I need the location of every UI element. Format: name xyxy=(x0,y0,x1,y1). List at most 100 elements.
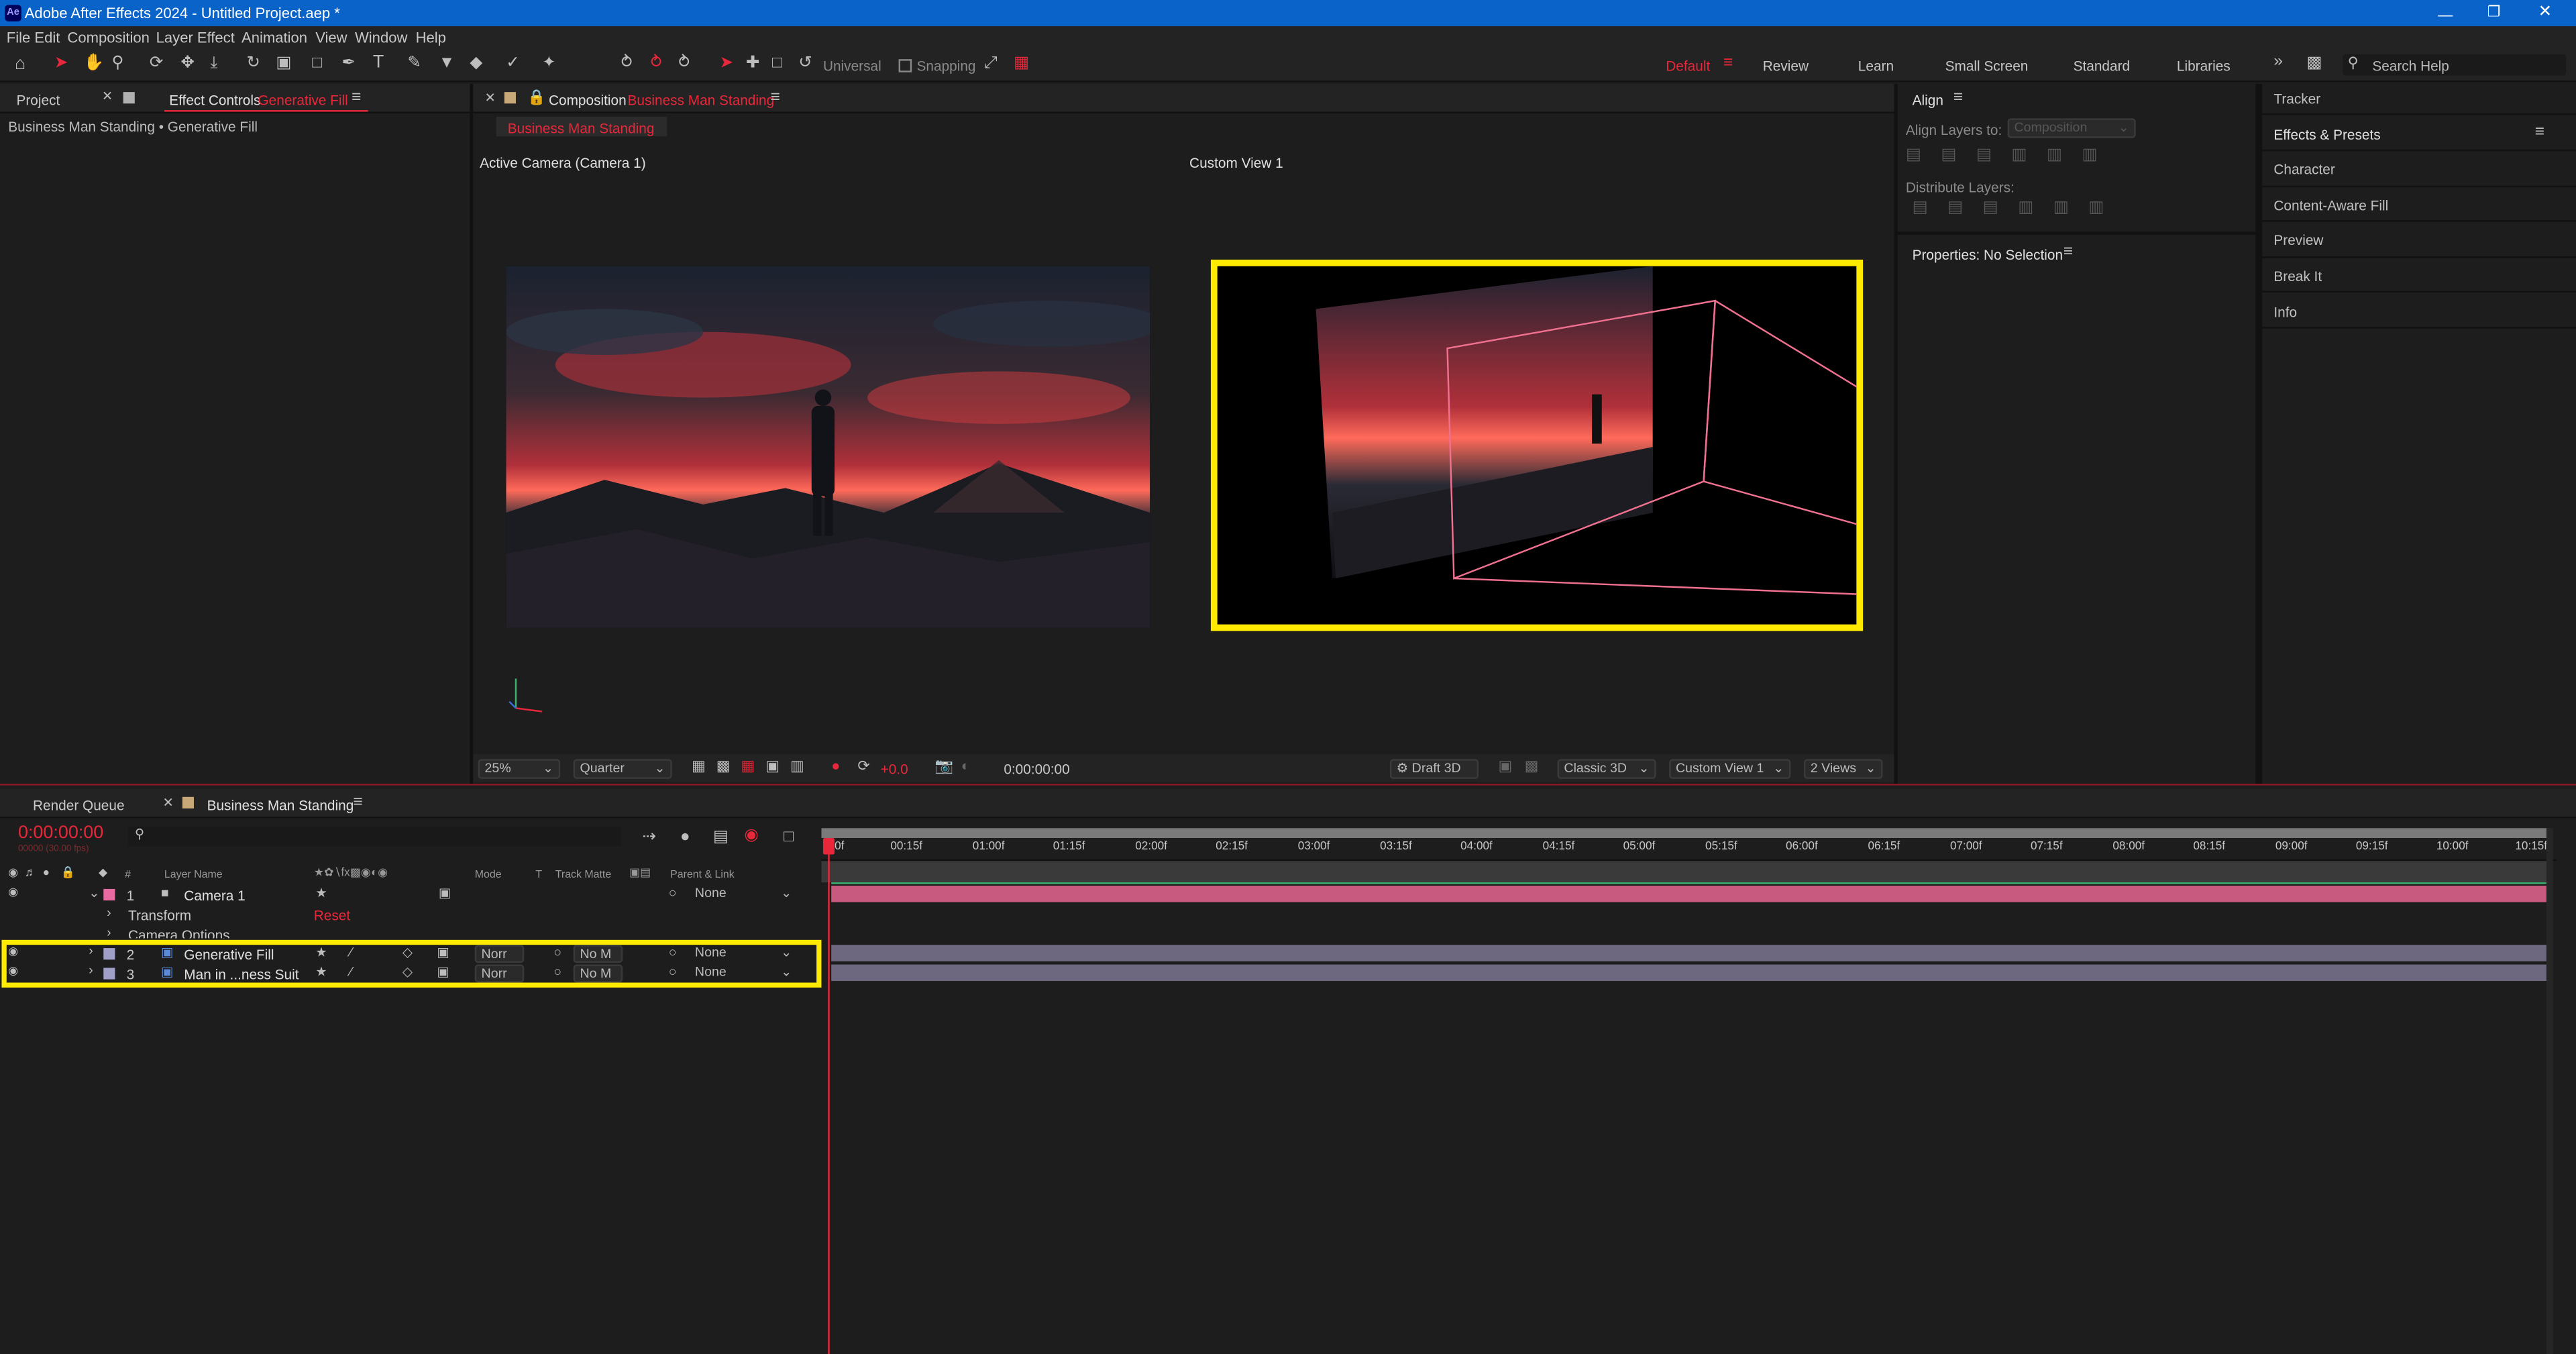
rotate-gizmo-icon[interactable]: ↺ xyxy=(798,55,812,72)
world-axis-icon[interactable]: ⥁ xyxy=(651,55,662,72)
3d-layer-switch-icon[interactable]: ◇ xyxy=(402,966,413,980)
reset-exposure-icon[interactable]: ⟳ xyxy=(857,758,869,774)
minimize-icon[interactable]: — xyxy=(2438,7,2453,23)
tracker-panel-tab[interactable]: Tracker xyxy=(2273,91,2320,107)
frame-blending-icon[interactable]: ▤ xyxy=(713,829,729,846)
close-timeline-icon[interactable]: ✕ xyxy=(162,796,173,811)
effects-presets-panel-tab[interactable]: Effects & Presets xyxy=(2273,127,2380,143)
universal-selection-icon[interactable]: ➤ xyxy=(720,55,734,72)
layer-name-header[interactable]: Layer Name xyxy=(164,870,223,881)
expand-camera-options-icon[interactable]: › xyxy=(107,926,111,938)
pan-camera-icon[interactable]: ✥ xyxy=(180,55,195,72)
track-matte-dropdown[interactable]: No M xyxy=(573,964,623,983)
magnification-dropdown[interactable]: 25% ⌄ xyxy=(478,759,561,779)
rotation-tool-icon[interactable]: ↻ xyxy=(246,55,260,72)
workspace-default[interactable]: Default xyxy=(1666,58,1710,74)
menu-layer[interactable]: Layer xyxy=(156,30,193,46)
current-time-handle[interactable] xyxy=(822,837,835,855)
man-in-suit-layer-bar[interactable] xyxy=(831,964,2546,982)
blend-mode-dropdown[interactable]: Norr xyxy=(474,964,525,983)
track-matte-pickwhip-icon[interactable]: ○ xyxy=(553,966,561,980)
resolution-dropdown[interactable]: Quarter ⌄ xyxy=(573,759,672,779)
camera-view-dropdown[interactable]: Custom View 1 ⌄ xyxy=(1669,759,1791,779)
color-channels-icon[interactable]: ● xyxy=(831,758,840,774)
visibility-eye-icon[interactable]: ◉ xyxy=(8,947,18,958)
restore-icon[interactable]: ❐ xyxy=(2487,3,2501,21)
close-icon[interactable]: ✕ xyxy=(2538,3,2553,21)
roto-brush-tool-icon[interactable]: ✓ xyxy=(506,55,520,72)
exposure-value[interactable]: +0.0 xyxy=(881,761,908,777)
zoom-tool-icon[interactable]: ⚲ xyxy=(112,55,124,72)
transform-row[interactable]: › Transform Reset xyxy=(0,905,818,924)
menu-help[interactable]: Help xyxy=(416,30,446,46)
break-it-panel-tab[interactable]: Break It xyxy=(2273,268,2322,284)
menu-animation[interactable]: Animation xyxy=(241,30,307,46)
parent-dropdown[interactable]: None ⌄ xyxy=(690,945,796,963)
work-area-bar[interactable] xyxy=(821,828,2550,838)
viewer-timecode[interactable]: 0:00:00:00 xyxy=(1004,761,1069,777)
camera-options-row[interactable]: › Camera Options xyxy=(0,925,818,938)
shy-switch-icon[interactable]: ★ xyxy=(315,886,327,900)
close-composition-icon[interactable]: ✕ xyxy=(484,91,495,105)
search-help-box[interactable]: ⚲ Search Help xyxy=(2343,54,2567,76)
menu-effect[interactable]: Effect xyxy=(197,30,235,46)
pen-tool-icon[interactable]: ✒ xyxy=(341,55,356,72)
workspace-review[interactable]: Review xyxy=(1763,58,1809,74)
mask-visibility-icon[interactable]: ▣ xyxy=(765,758,780,774)
workspace-menu-icon[interactable]: ≡ xyxy=(1723,55,1733,72)
local-axis-icon[interactable]: ⥁ xyxy=(621,55,633,72)
brush-tool-icon[interactable]: ✎ xyxy=(407,55,421,72)
parent-dropdown[interactable]: None ⌄ xyxy=(690,886,796,904)
parent-dropdown[interactable]: None ⌄ xyxy=(690,965,796,983)
layer-name[interactable]: Man in ...ness Suit xyxy=(184,966,299,982)
tab-effect-controls[interactable]: Effect Controls xyxy=(169,92,260,108)
fast-preview-icon[interactable]: ▥ xyxy=(790,758,804,774)
dolly-camera-icon[interactable]: ⤓ xyxy=(210,55,217,72)
3d-view-layout-dropdown[interactable]: Classic 3D ⌄ xyxy=(1557,759,1656,779)
clone-stamp-tool-icon[interactable]: ▼ xyxy=(439,55,455,72)
info-panel-tab[interactable]: Info xyxy=(2273,304,2297,320)
tab-render-queue[interactable]: Render Queue xyxy=(33,797,125,813)
align-to-dropdown[interactable]: Composition ⌄ xyxy=(2007,118,2136,138)
track-matte-dropdown[interactable]: No M xyxy=(573,945,623,964)
align-menu-icon[interactable]: ≡ xyxy=(1953,89,1963,107)
scale-gizmo-icon[interactable]: □ xyxy=(772,55,782,72)
workspace-standard[interactable]: Standard xyxy=(2074,58,2130,74)
workspace-small-screen[interactable]: Small Screen xyxy=(1945,58,2029,74)
draft-3d-icon[interactable]: ● xyxy=(680,829,690,846)
layer-label-swatch[interactable] xyxy=(103,968,115,980)
snapshot-icon[interactable]: 📷 xyxy=(934,758,953,774)
parent-pickwhip-icon[interactable]: ○ xyxy=(669,886,677,900)
expand-arrow-icon[interactable]: ⌄ xyxy=(89,886,99,900)
layer-name[interactable]: Generative Fill xyxy=(184,947,274,963)
transparency-grid-icon[interactable]: ▦ xyxy=(741,758,755,774)
visibility-eye-icon[interactable]: ◉ xyxy=(8,966,18,978)
timeline-current-time[interactable]: 0:00:00:00 xyxy=(18,823,103,843)
timeline-menu-icon[interactable]: ≡ xyxy=(354,794,363,811)
move-gizmo-icon[interactable]: ✚ xyxy=(746,55,760,72)
snap-target-icon[interactable]: ▦ xyxy=(1014,55,1029,72)
tab-project[interactable]: Project xyxy=(16,92,60,108)
puppet-tool-icon[interactable]: ✦ xyxy=(542,55,556,72)
tab-timeline-comp[interactable]: Business Man Standing xyxy=(207,797,354,813)
blend-mode-dropdown[interactable]: Norr xyxy=(474,945,525,964)
type-tool-icon[interactable]: T xyxy=(373,54,384,72)
lock-icon[interactable]: 🔒 xyxy=(527,89,545,105)
anchor-point-tool-icon[interactable]: ▣ xyxy=(276,55,291,72)
expand-arrow-icon[interactable]: › xyxy=(89,944,93,958)
time-graph[interactable]: 0f 00:15f 01:00f 01:15f 02:00f 02:15f 03… xyxy=(821,821,2576,1354)
parent-pickwhip-icon[interactable]: ○ xyxy=(669,966,677,980)
pickwhip-icon[interactable]: ▣ xyxy=(439,886,451,900)
properties-menu-icon[interactable]: ≡ xyxy=(2063,244,2073,261)
selection-tool-icon[interactable]: ➤ xyxy=(54,55,68,72)
layer-row-generative-fill[interactable]: ◉ › 2 ▣ Generative Fill ★ ∕ ◇ ▣ Norr ○ N… xyxy=(0,944,818,964)
layer-row-camera[interactable]: ◉ ⌄ 1 ■ Camera 1 ★ ▣ ○ None ⌄ xyxy=(0,886,818,904)
adjustment-switch-icon[interactable]: ▣ xyxy=(437,945,449,960)
workspace-learn[interactable]: Learn xyxy=(1858,58,1894,74)
quality-switch-icon[interactable]: ∕ xyxy=(350,945,352,960)
comp-mini-flowchart-icon[interactable]: ⇢ xyxy=(643,829,657,846)
time-ruler[interactable]: 0f 00:15f 01:00f 01:15f 02:00f 02:15f 03… xyxy=(821,838,2557,862)
preview-panel-tab[interactable]: Preview xyxy=(2273,231,2323,248)
active-camera-viewer[interactable] xyxy=(506,266,1150,628)
layer-row-man-in-suit[interactable]: ◉ › 3 ▣ Man in ...ness Suit ★ ∕ ◇ ▣ Norr… xyxy=(0,964,818,983)
